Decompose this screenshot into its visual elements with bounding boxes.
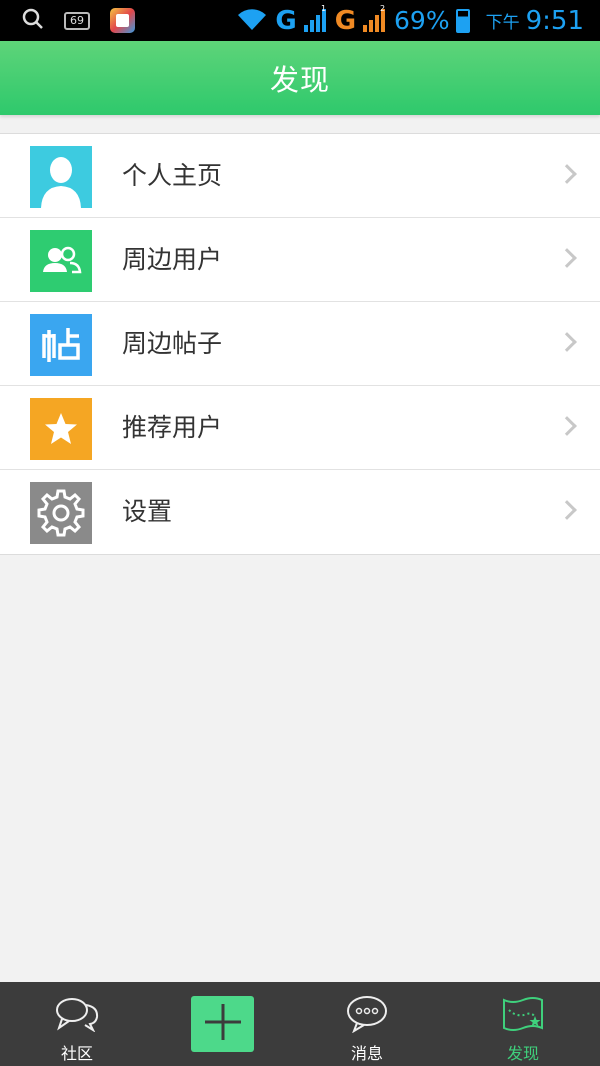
app-notification-icon [110, 8, 135, 33]
menu-item-profile[interactable]: 个人主页 [0, 134, 600, 218]
status-bar: 69 G 1 G 2 69% 下午 9:51 [0, 0, 600, 41]
menu-item-label: 设置 [122, 497, 173, 526]
search-icon [22, 8, 44, 34]
page-title: 发现 [269, 63, 330, 97]
chevron-right-icon [557, 500, 577, 520]
sim-1-label: 1 [321, 5, 326, 13]
wifi-icon [235, 6, 269, 36]
tab-label: 社区 [60, 1044, 93, 1063]
clock: 9:51 [525, 5, 584, 36]
network-type-2: G [334, 5, 357, 36]
profile-icon [30, 146, 92, 208]
network-type-1: G [275, 5, 297, 36]
chevron-right-icon [557, 164, 577, 184]
signal-icon: 2 [362, 4, 388, 37]
tab-discover[interactable]: 发现 [463, 982, 583, 1066]
chevron-right-icon [557, 416, 577, 436]
menu-item-nearby-users[interactable]: 周边用户 [0, 218, 600, 302]
menu-item-label: 周边帖子 [122, 329, 223, 358]
notification-count-icon: 69 [64, 11, 90, 30]
message-icon [345, 994, 389, 1034]
menu-item-label: 个人主页 [122, 161, 223, 190]
signal-icon: 1 [303, 4, 329, 37]
menu-item-nearby-posts[interactable]: 周边帖子 [0, 302, 600, 386]
discover-menu: 个人主页 周边用户 周边帖子 推荐用户 设置 [0, 133, 600, 555]
menu-item-label: 推荐用户 [122, 413, 223, 442]
battery-percent: 69% [394, 6, 450, 35]
add-post-button[interactable] [191, 996, 254, 1052]
community-chat-icon [54, 994, 100, 1034]
sim-2-label: 2 [380, 5, 385, 13]
nearby-posts-icon [30, 314, 92, 376]
tab-community[interactable]: 社区 [17, 982, 137, 1066]
bottom-nav: 社区 消息 发现 [0, 982, 600, 1066]
gear-icon [30, 482, 92, 544]
battery-icon [455, 8, 470, 33]
star-icon [30, 398, 92, 460]
menu-item-recommended-users[interactable]: 推荐用户 [0, 386, 600, 470]
tab-messages[interactable]: 消息 [307, 982, 427, 1066]
tab-label: 发现 [506, 1044, 539, 1063]
nearby-users-icon [30, 230, 92, 292]
tab-label: 消息 [350, 1044, 383, 1063]
chevron-right-icon [557, 248, 577, 268]
menu-item-label: 周边用户 [122, 245, 223, 274]
title-bar: 发现 [0, 41, 600, 115]
chevron-right-icon [557, 332, 577, 352]
menu-item-settings[interactable]: 设置 [0, 470, 600, 554]
ampm-label: 下午 [485, 13, 520, 33]
discover-map-icon [501, 994, 545, 1034]
plus-icon [203, 1002, 243, 1046]
